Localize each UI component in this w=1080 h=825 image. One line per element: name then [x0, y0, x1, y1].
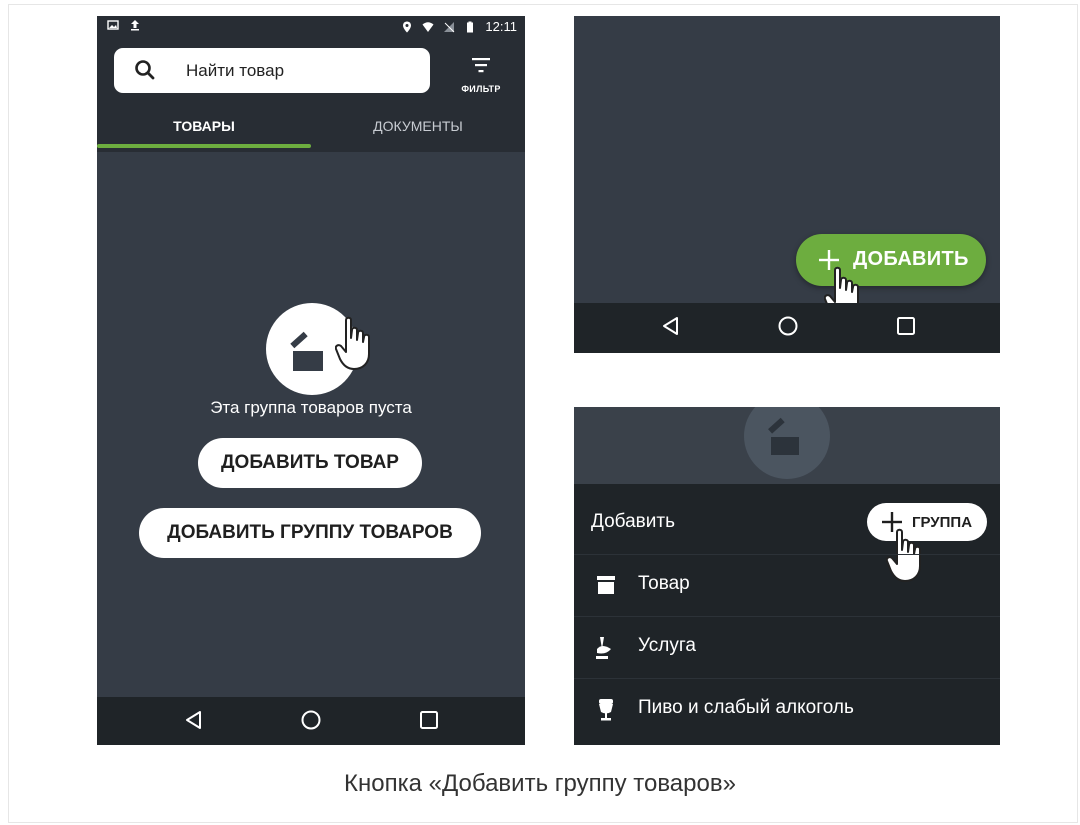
search-icon — [135, 60, 155, 80]
search-placeholder: Найти товар — [186, 61, 285, 80]
status-time: 12:11 — [485, 19, 517, 34]
tab-documents[interactable]: ДОКУМЕНТЫ — [311, 106, 525, 152]
android-nav-bar — [574, 303, 1000, 353]
app-bar: Найти товар ФИЛЬТР ТОВАРЫ ДОКУМЕНТЫ — [97, 38, 525, 152]
dimmed-illustration — [744, 407, 830, 479]
sheet-title: Добавить — [591, 511, 675, 532]
signal-icon — [444, 21, 455, 32]
tab-bar: ТОВАРЫ ДОКУМЕНТЫ — [97, 106, 525, 152]
add-group-button[interactable]: ГРУППА — [867, 503, 987, 541]
fab-label: ДОБАВИТЬ — [853, 248, 969, 270]
add-product-button[interactable]: ДОБАВИТЬ ТОВАР — [198, 438, 422, 488]
home-icon[interactable] — [300, 709, 322, 731]
status-bar: 12:11 — [97, 16, 525, 38]
service-icon — [596, 637, 611, 659]
filter-icon — [472, 58, 490, 73]
upload-notification-icon — [131, 20, 139, 31]
filter-button[interactable]: ФИЛЬТР — [453, 52, 509, 98]
recents-icon[interactable] — [418, 709, 440, 731]
box-icon — [597, 576, 615, 594]
battery-icon — [467, 21, 474, 32]
back-icon[interactable] — [183, 709, 205, 731]
figure-caption: Кнопка «Добавить группу товаров» — [344, 770, 736, 797]
open-box-icon — [768, 417, 799, 455]
menu-item-label: Услуга — [638, 635, 696, 656]
add-bottom-sheet: Добавить ГРУППА Товар Услуга Пиво и слаб… — [574, 484, 1000, 745]
home-icon[interactable] — [777, 315, 799, 337]
right-top-phone-screen: ДОБАВИТЬ — [574, 16, 1000, 353]
android-nav-bar — [97, 697, 525, 745]
left-phone-screen: 12:11 Найти товар ФИЛЬТР ТОВАРЫ ДОКУМЕНТ… — [97, 16, 525, 745]
menu-item-label: Товар — [638, 573, 690, 594]
back-icon[interactable] — [660, 315, 682, 337]
dimmed-background — [574, 407, 1000, 484]
recents-icon[interactable] — [895, 315, 917, 337]
menu-item-beer[interactable]: Пиво и слабый алкоголь — [574, 678, 1000, 740]
active-tab-indicator — [97, 144, 311, 148]
empty-state-message: Эта группа товаров пуста — [210, 398, 412, 417]
add-product-group-button[interactable]: ДОБАВИТЬ ГРУППУ ТОВАРОВ — [139, 508, 481, 558]
menu-item-product[interactable]: Товар — [574, 554, 1000, 616]
wifi-icon — [422, 21, 434, 32]
filter-label: ФИЛЬТР — [461, 84, 501, 94]
menu-item-label: Пиво и слабый алкоголь — [638, 697, 854, 718]
menu-item-service[interactable]: Услуга — [574, 616, 1000, 678]
gallery-notification-icon — [107, 20, 119, 30]
hand-pointer-icon — [335, 316, 370, 370]
location-icon — [403, 21, 412, 32]
search-input[interactable]: Найти товар — [114, 48, 430, 93]
beer-icon — [599, 699, 613, 721]
right-bottom-phone-screen: Добавить ГРУППА Товар Услуга Пиво и слаб… — [574, 407, 1000, 745]
